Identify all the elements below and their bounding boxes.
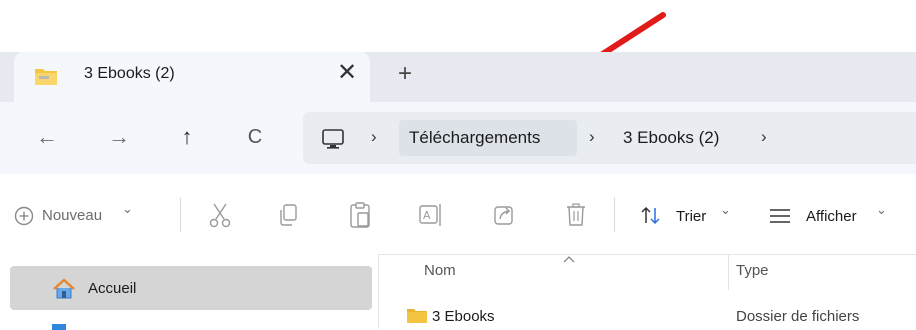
file-name: 3 Ebooks	[432, 308, 495, 325]
tab-title: 3 Ebooks (2)	[84, 65, 175, 82]
forward-arrow-icon[interactable]: →	[104, 124, 134, 150]
folder-icon	[407, 309, 427, 323]
plus-circle-icon	[14, 206, 34, 226]
address-bar[interactable]: › Téléchargements › 3 Ebooks (2) ›	[303, 112, 916, 164]
command-toolbar: Nouveau ⌄ A Trier ⌄ Afficher ⌄	[0, 174, 916, 255]
up-arrow-icon[interactable]: ↑	[172, 124, 202, 150]
view-button[interactable]: Afficher ⌄	[768, 202, 908, 230]
sort-button[interactable]: Trier ⌄	[640, 202, 746, 230]
paste-icon[interactable]	[348, 201, 372, 229]
tab-strip: 3 Ebooks (2) ✕ +	[0, 52, 916, 102]
new-label: Nouveau	[42, 207, 103, 224]
view-icon	[770, 209, 790, 223]
home-icon	[53, 278, 75, 299]
file-type: Dossier de fichiers	[736, 308, 860, 325]
breadcrumb-item-telechargements[interactable]: Téléchargements	[399, 120, 577, 156]
sort-icon	[641, 206, 660, 225]
copy-icon[interactable]	[276, 202, 300, 228]
cut-icon[interactable]	[208, 202, 232, 228]
close-icon[interactable]: ✕	[332, 58, 362, 87]
sort-label: Trier	[676, 208, 707, 225]
rename-icon[interactable]: A	[418, 202, 444, 228]
breadcrumb-separator: ›	[761, 127, 767, 146]
chevron-down-icon: ⌄	[720, 202, 731, 217]
tab-active[interactable]: 3 Ebooks (2) ✕	[14, 52, 370, 102]
navigation-bar: ← → ↑ C › Téléchargements › 3 Ebooks (2)…	[0, 102, 916, 174]
sort-caret-icon	[563, 256, 575, 263]
desktop-icon	[52, 324, 66, 330]
sidebar-item-label: Accueil	[88, 280, 137, 297]
sidebar-item-accueil[interactable]: Accueil	[10, 266, 372, 310]
new-button[interactable]: Nouveau ⌄	[14, 201, 174, 230]
column-divider[interactable]	[728, 254, 729, 290]
breadcrumb-separator: ›	[589, 127, 595, 146]
divider	[180, 198, 181, 232]
column-header-name[interactable]: Nom	[424, 262, 456, 279]
computer-icon	[322, 129, 344, 149]
delete-icon[interactable]	[564, 202, 588, 228]
back-arrow-icon[interactable]: ←	[32, 124, 62, 150]
chevron-down-icon: ⌄	[122, 201, 133, 216]
file-list: Nom Type 3 Ebooks Dossier de fichiers	[380, 254, 916, 329]
column-header-type[interactable]: Type	[736, 262, 769, 279]
navigation-pane: Accueil	[0, 254, 379, 330]
zip-folder-icon	[35, 69, 57, 85]
refresh-icon[interactable]: C	[240, 126, 270, 149]
breadcrumb-item-current[interactable]: 3 Ebooks (2)	[623, 128, 719, 148]
table-row[interactable]: 3 Ebooks Dossier de fichiers	[380, 304, 916, 329]
plus-icon[interactable]: +	[390, 60, 420, 88]
svg-text:A: A	[423, 209, 431, 222]
divider	[614, 198, 615, 232]
share-icon[interactable]	[492, 202, 516, 228]
breadcrumb-label: Téléchargements	[409, 128, 541, 147]
view-label: Afficher	[806, 208, 857, 225]
chevron-down-icon: ⌄	[876, 202, 887, 217]
breadcrumb-separator: ›	[371, 127, 377, 146]
